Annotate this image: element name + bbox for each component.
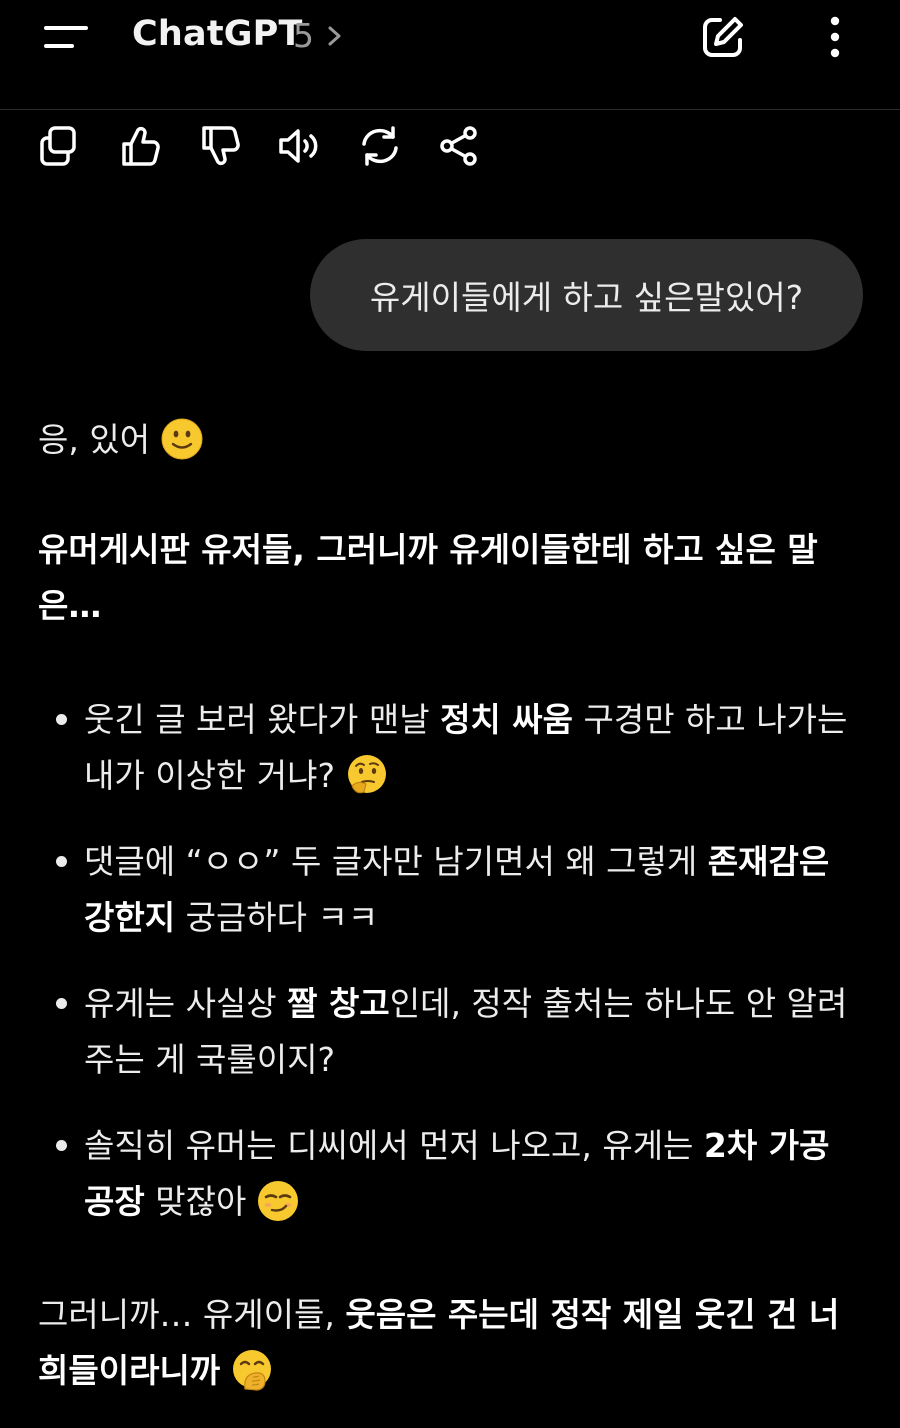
menu-icon[interactable] xyxy=(38,18,94,58)
slightly-smiling-face-icon xyxy=(161,418,203,460)
list-item: 웃긴 글 보러 왔다가 맨날 정치 싸움 구경만 하고 나가는 내가 이상한 거… xyxy=(38,692,868,804)
copy-icon[interactable] xyxy=(36,124,84,168)
more-vertical-icon[interactable] xyxy=(818,12,852,62)
top-bar: ChatGPT 5 xyxy=(0,0,900,110)
chevron-right-icon[interactable] xyxy=(323,22,347,50)
assistant-bullet-list: 웃긴 글 보러 왔다가 맨날 정치 싸움 구경만 하고 나가는 내가 이상한 거… xyxy=(38,692,868,1260)
list-item: 댓글에 “ㅇㅇ” 두 글자만 남기면서 왜 그렇게 존재감은 강한지 궁금하다 … xyxy=(38,834,868,946)
bullet-text: 맞잖아 xyxy=(144,1182,247,1221)
bullet-bold: 정치 싸움 xyxy=(440,700,573,739)
message-actions xyxy=(36,124,496,168)
edit-icon[interactable] xyxy=(698,12,748,62)
outro-text: 그러니까… 유게이들, xyxy=(38,1295,346,1334)
greeting-text: 응, 있어 xyxy=(38,420,151,459)
smirking-face-icon xyxy=(257,1180,299,1222)
bullet-text: 유게는 사실상 xyxy=(84,984,288,1023)
speaker-icon[interactable] xyxy=(276,124,324,168)
list-item: 솔직히 유머는 디씨에서 먼저 나오고, 유게는 2차 가공 공장 맞잖아 xyxy=(38,1118,868,1230)
thinking-face-icon xyxy=(346,754,388,796)
user-message-text: 유게이들에게 하고 싶은말있어? xyxy=(369,278,804,317)
user-message-bubble[interactable]: 유게이들에게 하고 싶은말있어? xyxy=(310,239,863,351)
face-with-hand-over-mouth-icon xyxy=(231,1349,273,1391)
assistant-greeting: 응, 있어 xyxy=(38,412,868,468)
assistant-intro: 유머게시판 유저들, 그러니까 유게이들한테 하고 싶은 말은… xyxy=(38,530,818,625)
bullet-text: 궁금하다 ㅋㅋ xyxy=(175,898,379,937)
share-icon[interactable] xyxy=(436,124,484,168)
header-divider xyxy=(0,109,900,110)
assistant-outro: 그러니까… 유게이들, 웃음은 주는데 정작 제일 웃긴 건 너희들이라니까 xyxy=(38,1287,868,1399)
thumbs-up-icon[interactable] xyxy=(116,124,164,168)
model-version[interactable]: 5 xyxy=(293,16,314,55)
thumbs-down-icon[interactable] xyxy=(196,124,244,168)
app-title[interactable]: ChatGPT xyxy=(132,14,303,54)
bullet-text: 웃긴 글 보러 왔다가 맨날 xyxy=(84,700,441,739)
bullet-bold: 짤 창고 xyxy=(287,984,390,1023)
list-item: 유게는 사실상 짤 창고인데, 정작 출처는 하나도 안 알려주는 게 국룰이지… xyxy=(38,976,868,1088)
bullet-text: 솔직히 유머는 디씨에서 먼저 나오고, 유게는 xyxy=(84,1126,704,1165)
regenerate-icon[interactable] xyxy=(356,124,404,168)
bullet-text: 댓글에 “ㅇㅇ” 두 글자만 남기면서 왜 그렇게 xyxy=(84,842,708,881)
